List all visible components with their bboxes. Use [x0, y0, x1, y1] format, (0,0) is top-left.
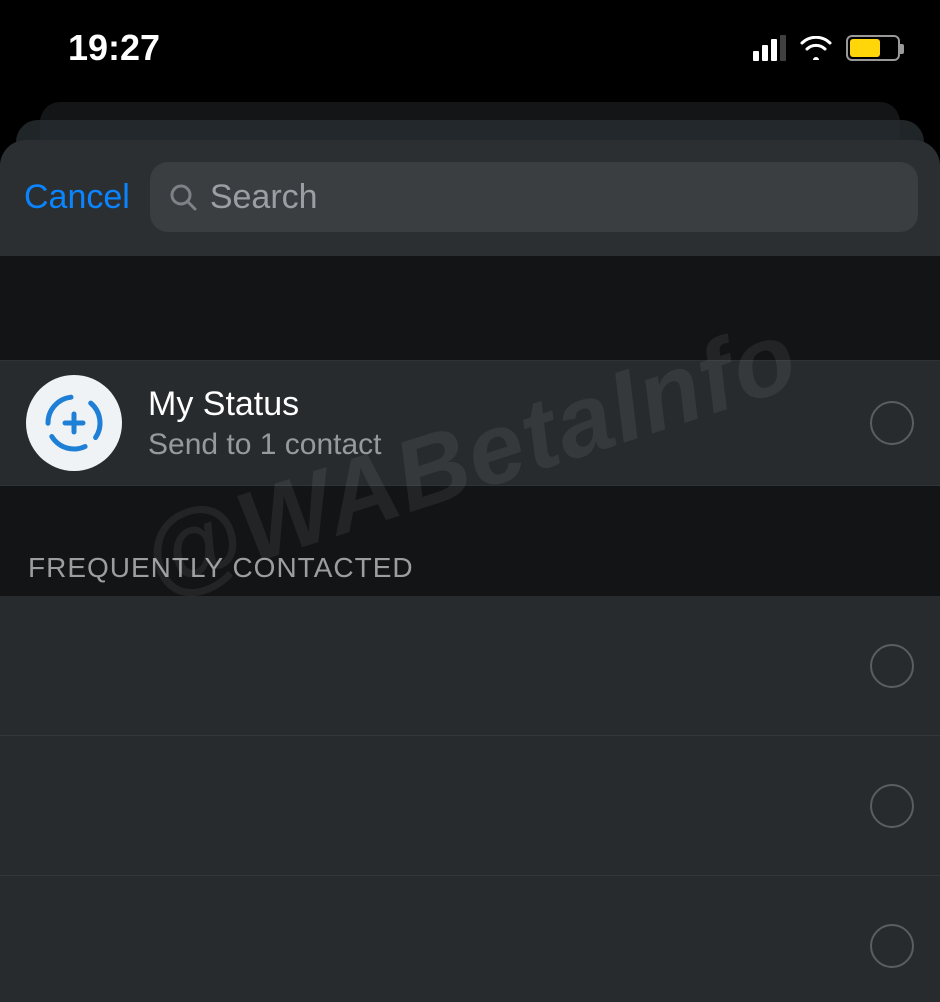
cellular-signal-icon: [753, 35, 786, 61]
section-gap: [0, 256, 940, 360]
share-sheet: Cancel Search My Status Send: [0, 140, 940, 1002]
frequently-contacted-label: FREQUENTLY CONTACTED: [28, 552, 414, 584]
status-icons: [753, 35, 900, 61]
my-status-radio[interactable]: [870, 401, 914, 445]
search-placeholder: Search: [210, 178, 318, 217]
cancel-button[interactable]: Cancel: [22, 174, 132, 221]
sheet-header: Cancel Search: [0, 140, 940, 256]
section-header-gap: FREQUENTLY CONTACTED: [0, 486, 940, 596]
frequently-contacted-list: [0, 596, 940, 1002]
contact-radio[interactable]: [870, 784, 914, 828]
my-status-title: My Status: [148, 385, 870, 424]
ios-status-bar: 19:27: [0, 0, 940, 95]
battery-icon: [846, 35, 900, 61]
search-input[interactable]: Search: [150, 162, 918, 232]
my-status-subtitle: Send to 1 contact: [148, 428, 870, 462]
list-item[interactable]: [0, 596, 940, 736]
search-icon: [168, 182, 198, 212]
status-time: 19:27: [40, 27, 160, 69]
status-ring-plus-icon: [42, 391, 106, 455]
battery-fill: [850, 39, 880, 57]
my-status-avatar: [26, 375, 122, 471]
wifi-icon: [800, 36, 832, 60]
list-item[interactable]: [0, 736, 940, 876]
contact-radio[interactable]: [870, 644, 914, 688]
contact-radio[interactable]: [870, 924, 914, 968]
list-item[interactable]: [0, 876, 940, 1002]
my-status-row[interactable]: My Status Send to 1 contact: [0, 360, 940, 486]
